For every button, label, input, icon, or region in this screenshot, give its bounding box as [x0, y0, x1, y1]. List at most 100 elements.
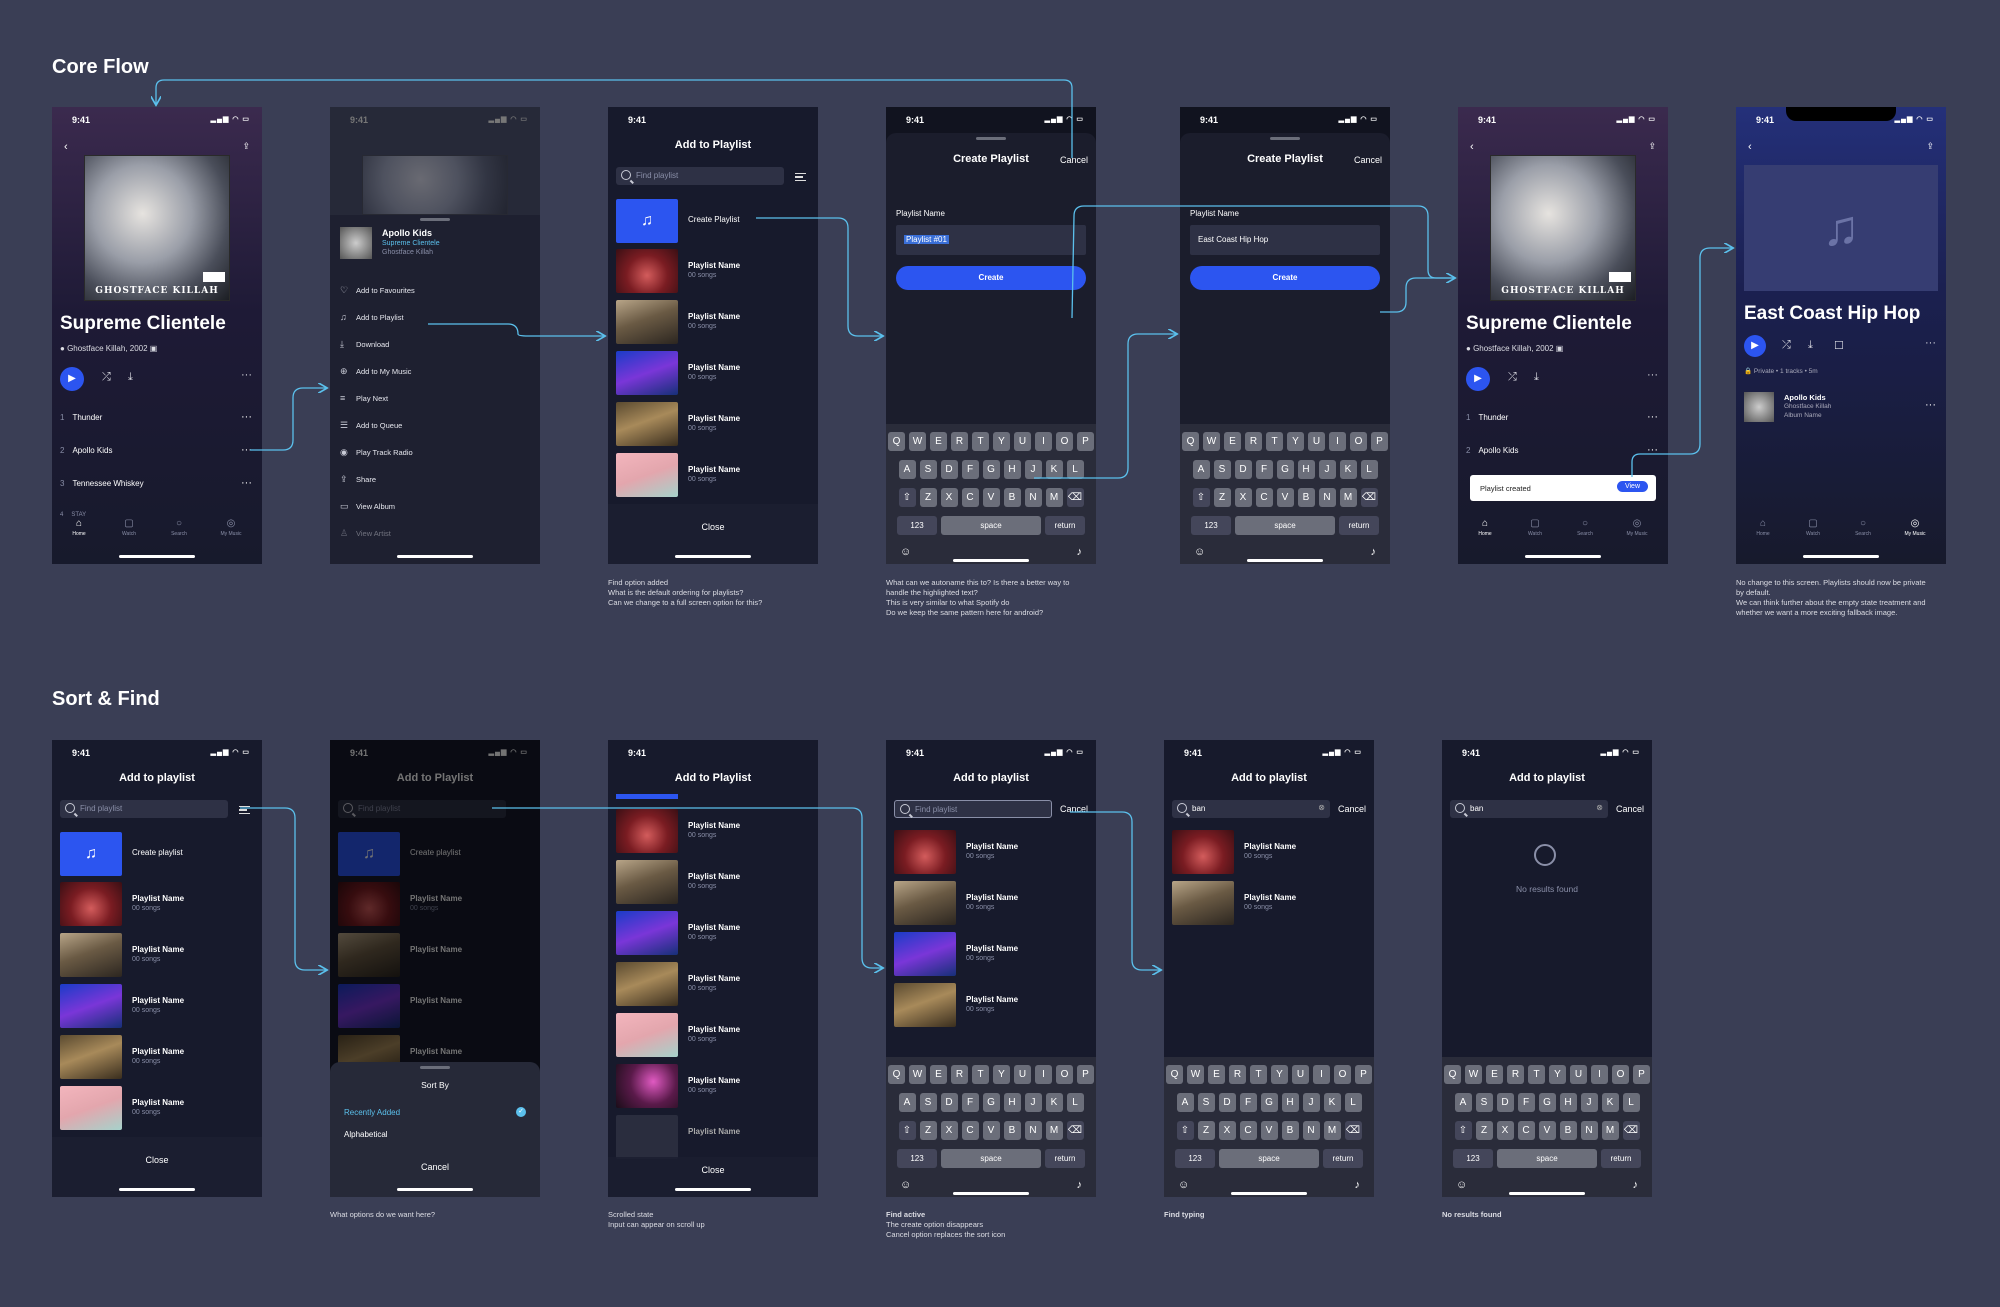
track-row[interactable]: 1 Thunder ···	[60, 411, 254, 423]
edit-icon[interactable]: ☐	[1834, 339, 1844, 352]
sort-option-recent[interactable]: Recently Added	[344, 1108, 400, 1117]
sort-icon[interactable]	[239, 806, 250, 814]
share-icon[interactable]: ⇪	[1926, 141, 1934, 152]
search-input[interactable]: ban ⊗	[1172, 800, 1330, 818]
list-item[interactable]: Playlist Name 00 songs	[616, 300, 810, 344]
clear-icon: ⊗	[1596, 803, 1603, 812]
search-input[interactable]: Find playlist	[616, 167, 784, 185]
list-item[interactable]: Playlist Name 00 songs	[616, 249, 810, 293]
more-icon[interactable]: ···	[1925, 399, 1936, 411]
close-button[interactable]: Close	[608, 522, 818, 532]
search-input[interactable]: ban ⊗	[1450, 800, 1608, 818]
track-row[interactable]: 2 Apollo Kids ···	[60, 444, 254, 456]
cancel-button[interactable]: Cancel	[1338, 804, 1366, 814]
shuffle-icon[interactable]: ⤮	[1782, 339, 1791, 352]
more-icon[interactable]: ···	[241, 369, 252, 381]
menu-track-radio[interactable]: ◉ Play Track Radio	[340, 447, 413, 458]
close-button[interactable]: Close	[52, 1155, 262, 1165]
menu-add-queue[interactable]: ☰ Add to Queue	[340, 420, 402, 431]
tab-search[interactable]: ○ Search	[1570, 518, 1600, 537]
menu-play-next[interactable]: ≡ Play Next	[340, 393, 388, 403]
list-item[interactable]: Playlist Name 00 songs	[894, 830, 1088, 874]
cancel-button[interactable]: Cancel	[1060, 804, 1088, 814]
mic-icon: ♪	[1632, 1179, 1639, 1191]
tab-my-music[interactable]: ◎ My Music	[216, 518, 246, 537]
menu-add-my-music[interactable]: ⊕ Add to My Music	[340, 366, 411, 377]
playlist-name-field[interactable]: Playlist #01	[896, 225, 1086, 255]
list-item[interactable]: Playlist Name 00 songs	[894, 881, 1088, 925]
list-item[interactable]: Playlist Name 00 songs	[894, 932, 1088, 976]
tab-my-music[interactable]: ◎ My Music	[1900, 518, 1930, 537]
shuffle-icon[interactable]: ⤮	[1508, 371, 1517, 384]
share-icon[interactable]: ⇪	[242, 141, 250, 152]
list-item[interactable]: Playlist Name 00 songs	[616, 911, 810, 955]
back-icon[interactable]: ‹	[1748, 141, 1752, 153]
toast-view-button[interactable]: View	[1616, 481, 1648, 492]
track-row[interactable]: 1 Thunder ···	[1466, 411, 1660, 423]
list-item[interactable]: Playlist Name 00 songs	[60, 1035, 254, 1079]
menu-download[interactable]: ⤓ Download	[340, 339, 389, 350]
track-row[interactable]: 2 Apollo Kids ···	[1466, 444, 1660, 456]
tab-home[interactable]: ⌂ Home	[1470, 518, 1500, 537]
tab-watch[interactable]: ▢ Watch	[1798, 518, 1828, 537]
tab-watch[interactable]: ▢ Watch	[1520, 518, 1550, 537]
tab-watch[interactable]: ▢ Watch	[114, 518, 144, 537]
cancel-button[interactable]: Cancel	[1354, 155, 1382, 165]
list-item[interactable]: Playlist Name 00 songs	[616, 860, 810, 904]
list-item[interactable]: Playlist Name 00 songs	[616, 351, 810, 395]
list-item[interactable]: Playlist Name 00 songs	[1172, 830, 1366, 874]
create-playlist-row[interactable]: ♫ Create playlist	[60, 832, 254, 876]
emoji-icon: ☺	[900, 546, 912, 558]
cancel-button[interactable]: Cancel	[330, 1162, 540, 1172]
download-icon[interactable]: ⤓	[128, 371, 133, 384]
list-item[interactable]: Playlist Name	[616, 1115, 810, 1159]
create-button[interactable]: Create	[1190, 266, 1380, 290]
toast-playlist-created: Playlist created View	[1470, 475, 1656, 501]
list-item[interactable]: Playlist Name 00 songs	[1172, 881, 1366, 925]
list-item[interactable]: Playlist Name 00 songs	[616, 1064, 810, 1108]
share-icon[interactable]: ⇪	[1648, 141, 1656, 152]
cancel-button[interactable]: Cancel	[1616, 804, 1644, 814]
list-item[interactable]: Playlist Name 00 songs	[894, 983, 1088, 1027]
tab-search[interactable]: ○ Search	[164, 518, 194, 537]
list-item[interactable]: Playlist Name 00 songs	[616, 962, 810, 1006]
list-item[interactable]: Playlist Name 00 songs	[60, 933, 254, 977]
menu-view-artist[interactable]: ♙ View Artist	[340, 528, 391, 539]
track-row[interactable]: 3 Tennessee Whiskey ···	[60, 477, 254, 489]
play-button[interactable]: ▶	[1466, 367, 1490, 391]
list-item[interactable]: Playlist Name 00 songs	[60, 1086, 254, 1130]
back-icon[interactable]: ‹	[1470, 141, 1474, 153]
sort-option-alpha[interactable]: Alphabetical	[344, 1130, 388, 1139]
create-button[interactable]: Create	[896, 266, 1086, 290]
download-icon[interactable]: ⤓	[1534, 371, 1539, 384]
tab-search[interactable]: ○ Search	[1848, 518, 1878, 537]
playlist-name-field[interactable]: East Coast Hip Hop	[1190, 225, 1380, 255]
shuffle-icon[interactable]: ⤮	[102, 371, 111, 384]
list-item[interactable]: Playlist Name 00 songs	[616, 402, 810, 446]
download-icon[interactable]: ⤓	[1808, 339, 1813, 352]
play-button[interactable]: ▶	[60, 367, 84, 391]
menu-share[interactable]: ⇪ Share	[340, 474, 376, 485]
search-input[interactable]: Find playlist	[894, 800, 1052, 818]
tab-home[interactable]: ⌂ Home	[64, 518, 94, 537]
menu-add-favourites[interactable]: ♡ Add to Favourites	[340, 285, 415, 296]
album-cover: GHOSTFACE KILLAH	[1490, 155, 1636, 301]
tab-home[interactable]: ⌂ Home	[1748, 518, 1778, 537]
menu-add-playlist[interactable]: ♫ Add to Playlist	[340, 312, 404, 322]
create-playlist-row[interactable]: ♫ Create Playlist	[616, 199, 810, 243]
back-icon[interactable]: ‹	[64, 141, 68, 153]
list-item[interactable]: Playlist Name 00 songs	[616, 453, 810, 497]
close-button[interactable]: Close	[608, 1165, 818, 1175]
list-item[interactable]: Playlist Name 00 songs	[60, 984, 254, 1028]
more-icon[interactable]: ···	[1925, 337, 1936, 349]
more-icon[interactable]: ···	[1647, 369, 1658, 381]
list-item[interactable]: Playlist Name 00 songs	[60, 882, 254, 926]
search-input[interactable]: Find playlist	[60, 800, 228, 818]
menu-view-album[interactable]: ▭ View Album	[340, 501, 395, 512]
sort-icon[interactable]	[795, 173, 806, 181]
list-item[interactable]: Playlist Name 00 songs	[616, 809, 810, 853]
cancel-button[interactable]: Cancel	[1060, 155, 1088, 165]
tab-my-music[interactable]: ◎ My Music	[1622, 518, 1652, 537]
list-item[interactable]: Playlist Name 00 songs	[616, 1013, 810, 1057]
play-button[interactable]: ▶	[1744, 335, 1766, 357]
